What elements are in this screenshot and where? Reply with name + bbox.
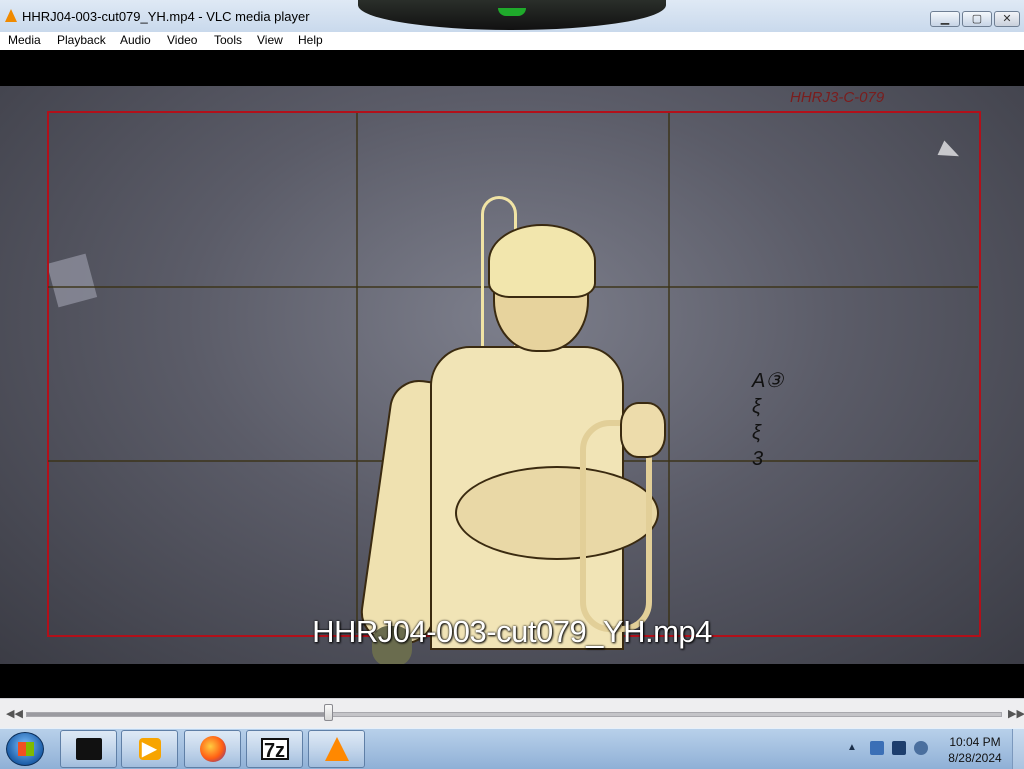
window-title: HHRJ04-003-cut079_YH.mp4 - VLC media pla… [22,9,310,24]
vertical-guide-line [356,113,358,633]
show-desktop-button[interactable] [1012,729,1024,769]
character-hand [620,402,666,458]
menu-help[interactable]: Help [298,33,323,47]
title-bar: HHRJ04-003-cut079_YH.mp4 - VLC media pla… [0,0,1024,32]
menu-video[interactable]: Video [167,33,197,47]
tray-network-icon[interactable] [870,741,884,755]
menu-media[interactable]: Media [8,33,41,47]
7zip-icon: 7z [260,738,289,762]
windows-start-icon[interactable] [6,732,44,766]
character-hair [488,224,596,298]
taskbar-vlc[interactable] [308,730,365,768]
seek-slider-track[interactable] [26,712,1002,717]
notch-indicator [498,8,526,16]
taskbar-firefox[interactable] [184,730,241,768]
taskbar-app-black-box[interactable] [60,730,117,768]
seek-slider-handle[interactable] [323,704,333,721]
note-line: 3 [752,448,764,470]
clock-date[interactable]: 8/28/2024 [940,751,1010,765]
title-notch-decoration [358,0,666,30]
windows-taskbar: ▶ 7z ▲ 10:04 PM 8/28/2024 [0,728,1024,769]
show-hidden-icons-button[interactable]: ▲ [847,742,857,753]
note-line: A③ [752,370,784,392]
frame-stamp: HHRJ3-C-079 [790,89,885,106]
close-button[interactable]: ✕ [994,11,1020,27]
tray-monitor-icon[interactable] [892,741,906,755]
menu-bar: Media Playback Audio Video Tools View He… [0,32,1024,50]
black-box-icon [75,738,102,760]
note-line: ξ [752,396,761,418]
taskbar-7zip[interactable]: 7z [246,730,303,768]
maximize-button[interactable]: ▢ [962,11,992,27]
note-line: ξ [752,422,761,444]
vlc-cone-icon [5,9,17,22]
firefox-icon [199,736,226,762]
windows-logo-icon [18,742,34,756]
tray-speaker-icon[interactable] [914,741,928,755]
menu-audio[interactable]: Audio [120,33,151,47]
minimize-button[interactable]: ▁ [930,11,960,27]
seek-bar-panel: ◀◀ ▶▶ [0,698,1024,729]
vertical-guide-line [668,113,670,633]
media-player-icon: ▶ [138,738,161,760]
seek-back-icon[interactable]: ◀◀ [6,707,23,720]
menu-tools[interactable]: Tools [214,33,242,47]
clock-time[interactable]: 10:04 PM [940,735,1010,749]
menu-playback[interactable]: Playback [57,33,106,47]
vlc-icon [324,737,349,761]
seek-forward-icon[interactable]: ▶▶ [1008,707,1024,720]
video-area[interactable]: HHRJ3-C-079 A③ ξ ξ 3 HHRJ04-003-cut079_Y… [0,50,1024,698]
seek-progress-fill [27,713,329,716]
animator-notes: A③ ξ ξ 3 [752,368,783,472]
taskbar-windows-media-player[interactable]: ▶ [121,730,178,768]
video-frame: HHRJ3-C-079 A③ ξ ξ 3 [0,86,1024,664]
subtitle-caption: HHRJ04-003-cut079_YH.mp4 [312,614,712,649]
menu-view[interactable]: View [257,33,283,47]
